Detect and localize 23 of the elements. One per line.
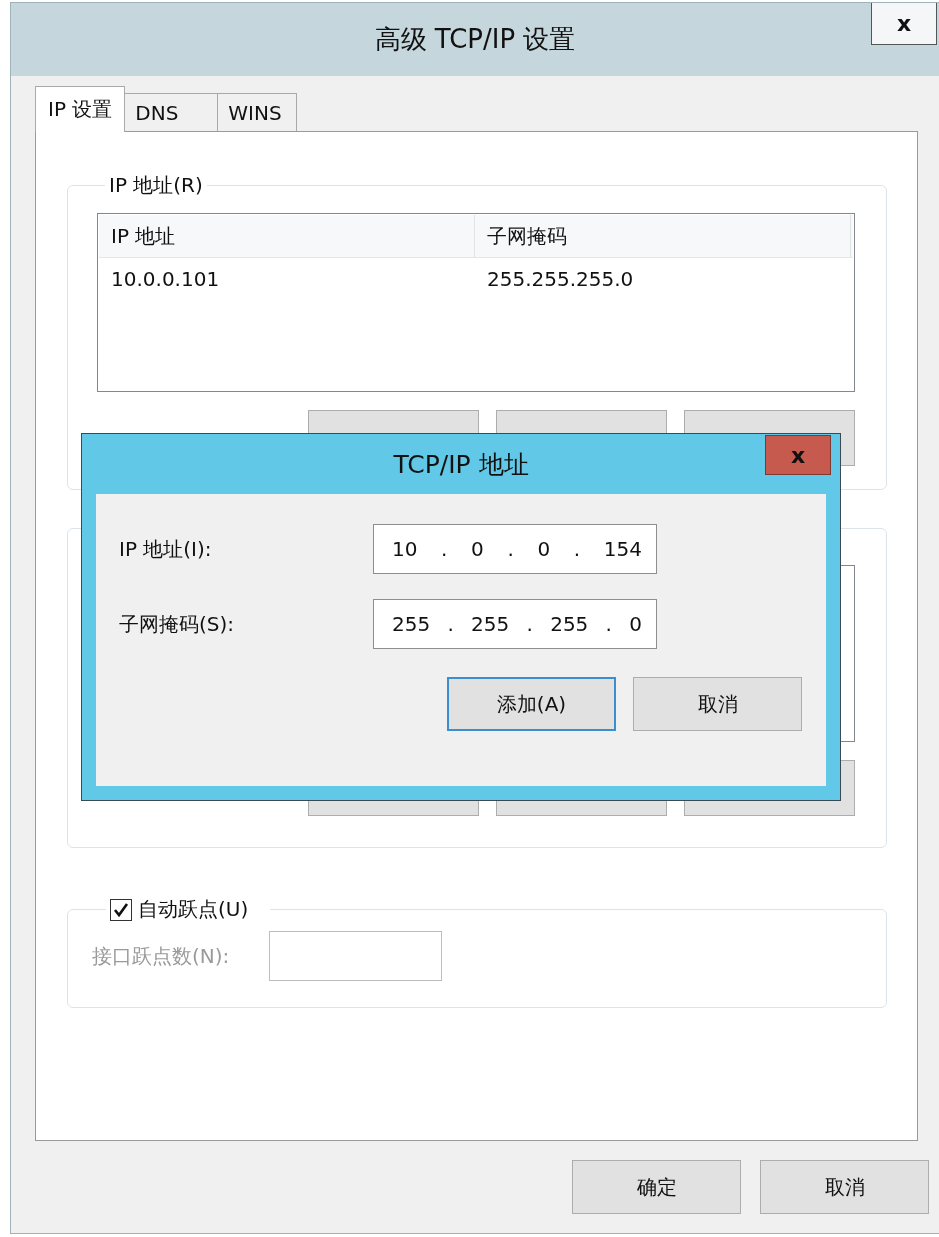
window-title: 高级 TCP/IP 设置 [374, 23, 576, 56]
tab[interactable]: WINS [217, 93, 297, 131]
dialog-button[interactable]: 取消 [760, 1160, 929, 1214]
table-cell-text: 255.255.255.0 [486, 267, 634, 291]
column-header[interactable]: 子网掩码 [475, 215, 851, 257]
field-label: 接口跃点数(N): [92, 942, 230, 970]
metric-field[interactable] [269, 931, 443, 981]
tab[interactable]: IP 设置 [35, 86, 126, 132]
column-header[interactable]: IP 地址 [99, 215, 475, 257]
close-button[interactable]: x [765, 435, 831, 475]
table-cell-text: 10.0.0.101 [110, 267, 221, 291]
checkbox[interactable] [110, 898, 132, 921]
dialog-button[interactable]: 确定 [572, 1160, 741, 1214]
field-label: IP 地址(I): [119, 535, 213, 563]
dialog-button[interactable]: 取消 [633, 677, 802, 731]
field-label: 子网掩码(S): [119, 610, 236, 638]
ip-address-field[interactable]: 255 . 255 . 255 . 0 [373, 599, 657, 649]
dialog-button[interactable]: 添加(A) [447, 677, 616, 731]
ip-address-field[interactable]: 10 . 0 . 0 . 154 [373, 524, 657, 574]
checkbox-label: 自动跃点(U) [138, 896, 249, 923]
close-button[interactable]: x [871, 3, 937, 45]
dialog-title: TCP/IP 地址 [393, 448, 529, 481]
group-title: IP 地址(R) [108, 172, 204, 199]
